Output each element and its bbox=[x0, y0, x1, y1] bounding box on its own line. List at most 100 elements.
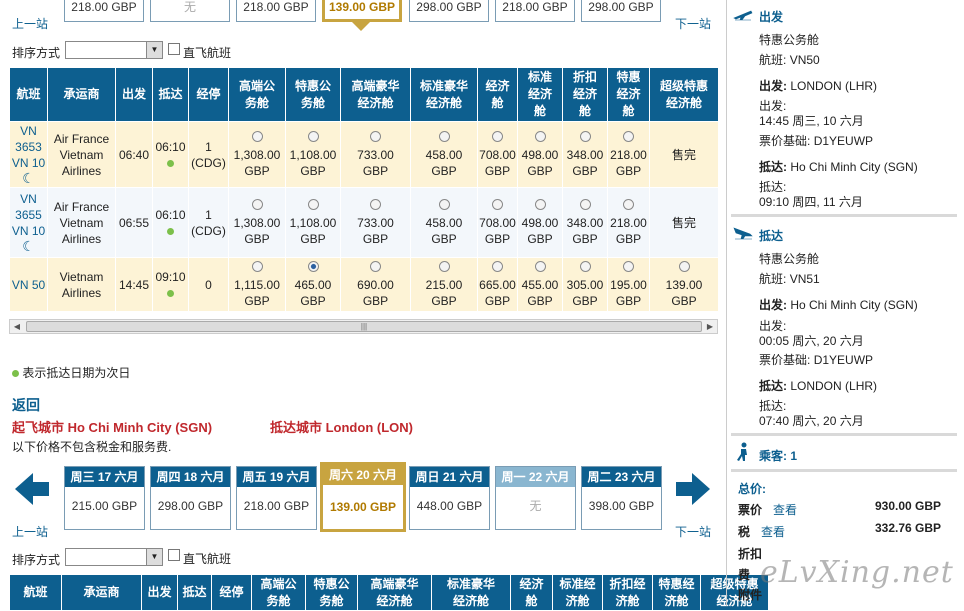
scroll-thumb[interactable]: ||| bbox=[26, 321, 702, 332]
fare-radio[interactable] bbox=[623, 260, 634, 272]
outbound-date-price-4[interactable]: 298.00 GBP bbox=[409, 0, 489, 22]
direct-flight-checkbox[interactable] bbox=[168, 43, 180, 55]
fare-cell[interactable]: 139.00 GBP bbox=[649, 257, 719, 312]
fare-radio[interactable] bbox=[370, 198, 381, 210]
return-date-option-0[interactable]: 周三 17 六月 215.00 GBP bbox=[64, 466, 145, 530]
fare-radio[interactable] bbox=[492, 260, 503, 272]
fare-radio[interactable] bbox=[438, 198, 450, 210]
fare-radio[interactable] bbox=[579, 198, 591, 210]
fare-radio[interactable] bbox=[492, 198, 503, 210]
column-header-8[interactable]: 标准豪华 经济舱 bbox=[410, 67, 478, 122]
return-direct-flight-checkbox[interactable] bbox=[168, 549, 180, 561]
column-header-10[interactable]: 标准 经济舱 bbox=[517, 67, 563, 122]
fare-cell[interactable]: 458.00 GBP bbox=[410, 187, 478, 258]
return-column-header-9[interactable]: 经济舱 bbox=[510, 574, 553, 611]
return-prev-week-link[interactable]: 上一站 bbox=[12, 523, 48, 540]
sort-select[interactable]: ▼ bbox=[65, 41, 163, 59]
fare-radio[interactable] bbox=[579, 260, 591, 272]
fare-cell[interactable]: 218.00 GBP bbox=[607, 121, 650, 188]
fare-cell[interactable]: 665.00 GBP bbox=[477, 257, 518, 312]
fare-radio[interactable] bbox=[251, 130, 263, 142]
return-sort-select[interactable]: ▼ bbox=[65, 548, 163, 566]
fare-cell[interactable]: 458.00 GBP bbox=[410, 121, 478, 188]
return-column-header-11[interactable]: 折扣经 济舱 bbox=[602, 574, 653, 611]
return-column-header-6[interactable]: 特惠公 务舱 bbox=[305, 574, 358, 611]
fare-cell[interactable]: 498.00 GBP bbox=[517, 187, 563, 258]
column-header-7[interactable]: 高端豪华 经济舱 bbox=[340, 67, 411, 122]
fare-radio[interactable] bbox=[534, 260, 546, 272]
fare-radio[interactable] bbox=[579, 130, 591, 142]
fare-cell[interactable]: 348.00 GBP bbox=[562, 121, 608, 188]
fare-cell[interactable]: 195.00 GBP bbox=[607, 257, 650, 312]
fare-cell[interactable]: 218.00 GBP bbox=[607, 187, 650, 258]
fare-cell[interactable]: 690.00 GBP bbox=[340, 257, 411, 312]
fare-cell[interactable]: 售完 bbox=[649, 121, 719, 188]
column-header-11[interactable]: 折扣 经济舱 bbox=[562, 67, 608, 122]
column-header-13[interactable]: 超级特惠 经济舱 bbox=[649, 67, 719, 122]
fare-cell[interactable]: 733.00 GBP bbox=[340, 187, 411, 258]
return-column-header-10[interactable]: 标准经 济舱 bbox=[552, 574, 603, 611]
column-header-6[interactable]: 特惠公 务舱 bbox=[285, 67, 341, 122]
fare-radio[interactable] bbox=[251, 198, 263, 210]
return-date-option-5[interactable]: 周一 22 六月无 bbox=[495, 466, 576, 530]
column-header-9[interactable]: 经济舱 bbox=[477, 67, 518, 122]
outbound-date-price-2[interactable]: 218.00 GBP bbox=[236, 0, 316, 22]
fare-radio[interactable] bbox=[307, 198, 319, 210]
tax-view-link[interactable]: 查看 bbox=[761, 525, 785, 539]
fare-cell[interactable]: 售完 bbox=[649, 187, 719, 258]
return-date-option-6[interactable]: 周二 23 六月 398.00 GBP bbox=[581, 466, 662, 530]
fare-view-link[interactable]: 查看 bbox=[773, 503, 797, 517]
fare-cell[interactable]: 348.00 GBP bbox=[562, 187, 608, 258]
fare-radio[interactable] bbox=[492, 130, 503, 142]
fare-cell[interactable]: 215.00 GBP bbox=[410, 257, 478, 312]
fare-cell[interactable]: 708.00 GBP bbox=[477, 121, 518, 188]
horizontal-scrollbar[interactable]: ◀ ||| ▶ bbox=[9, 319, 718, 334]
column-header-5[interactable]: 高端公 务舱 bbox=[228, 67, 286, 122]
fare-radio[interactable] bbox=[623, 130, 634, 142]
fare-cell[interactable]: 1,115.00 GBP bbox=[228, 257, 286, 312]
fare-radio[interactable] bbox=[678, 260, 690, 272]
return-date-option-3[interactable]: 周六 20 六月 139.00 GBP bbox=[320, 462, 406, 532]
flight-number[interactable]: VN 50 bbox=[9, 257, 48, 312]
fare-cell[interactable]: 498.00 GBP bbox=[517, 121, 563, 188]
scroll-right-icon[interactable]: ▶ bbox=[703, 320, 717, 333]
return-column-header-12[interactable]: 特惠经 济舱 bbox=[652, 574, 701, 611]
fare-radio[interactable] bbox=[370, 260, 381, 272]
scroll-left-icon[interactable]: ◀ bbox=[10, 320, 24, 333]
fare-radio[interactable] bbox=[370, 130, 381, 142]
return-column-header-5[interactable]: 高端公 务舱 bbox=[251, 574, 306, 611]
prev-week-arrow-icon[interactable] bbox=[13, 470, 51, 508]
fare-radio[interactable] bbox=[307, 130, 319, 142]
outbound-date-price-5[interactable]: 218.00 GBP bbox=[495, 0, 575, 22]
return-date-option-2[interactable]: 周五 19 六月 218.00 GBP bbox=[236, 466, 317, 530]
fare-cell[interactable]: 1,308.00 GBP bbox=[228, 121, 286, 188]
outbound-date-price-0[interactable]: 218.00 GBP bbox=[64, 0, 144, 22]
fare-cell[interactable]: 305.00 GBP bbox=[562, 257, 608, 312]
fare-radio[interactable] bbox=[251, 260, 263, 272]
fare-cell[interactable]: 455.00 GBP bbox=[517, 257, 563, 312]
flight-number[interactable]: VN 3655 VN 10 ☾ bbox=[9, 187, 48, 258]
fare-cell[interactable]: 1,308.00 GBP bbox=[228, 187, 286, 258]
prev-week-link[interactable]: 上一站 bbox=[12, 15, 48, 32]
return-column-header-7[interactable]: 高端豪华 经济舱 bbox=[357, 574, 432, 611]
flight-number[interactable]: VN 3653 VN 10 ☾ bbox=[9, 121, 48, 188]
fare-radio[interactable] bbox=[438, 130, 450, 142]
column-header-12[interactable]: 特惠 经济舱 bbox=[607, 67, 650, 122]
next-week-link[interactable]: 下一站 bbox=[675, 15, 711, 32]
fare-radio[interactable] bbox=[534, 198, 546, 210]
return-date-option-1[interactable]: 周四 18 六月 298.00 GBP bbox=[150, 466, 231, 530]
fare-cell[interactable]: 708.00 GBP bbox=[477, 187, 518, 258]
fare-radio[interactable] bbox=[438, 260, 450, 272]
fare-cell[interactable]: 1,108.00 GBP bbox=[285, 121, 341, 188]
fare-cell[interactable]: 465.00 GBP bbox=[285, 257, 341, 312]
fare-radio[interactable] bbox=[623, 198, 634, 210]
fare-radio[interactable] bbox=[534, 130, 546, 142]
fare-radio[interactable] bbox=[307, 260, 319, 272]
outbound-date-price-1[interactable]: 无 bbox=[150, 0, 230, 22]
fare-cell[interactable]: 1,108.00 GBP bbox=[285, 187, 341, 258]
outbound-date-price-3[interactable]: 139.00 GBP bbox=[322, 0, 402, 22]
next-week-arrow-icon[interactable] bbox=[674, 470, 712, 508]
return-next-week-link[interactable]: 下一站 bbox=[675, 523, 711, 540]
outbound-date-price-6[interactable]: 298.00 GBP bbox=[581, 0, 661, 22]
return-column-header-8[interactable]: 标准豪华 经济舱 bbox=[431, 574, 511, 611]
